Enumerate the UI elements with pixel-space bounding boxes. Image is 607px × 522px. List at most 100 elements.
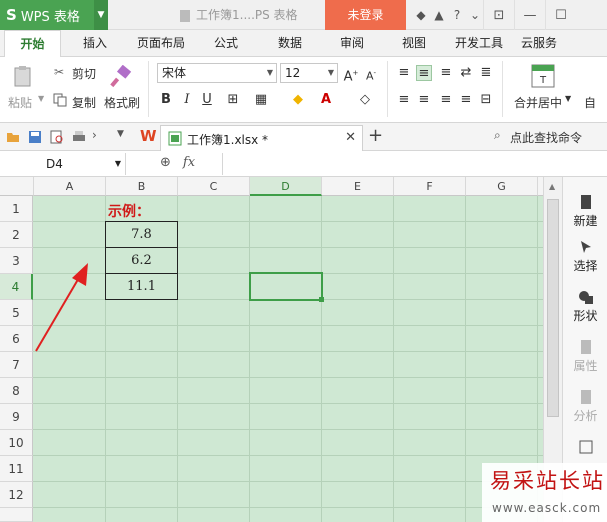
panel-properties[interactable]: 属性 xyxy=(563,340,607,374)
align-left-icon[interactable]: ≡ xyxy=(396,92,412,108)
tab-developer[interactable]: 开发工具 xyxy=(448,30,510,57)
row-header[interactable]: 9 xyxy=(0,404,33,430)
row-header[interactable]: 5 xyxy=(0,300,33,326)
file-tab[interactable]: 工作簿1.xlsx * ✕ xyxy=(160,125,363,151)
fx-icon[interactable]: fx xyxy=(183,155,195,170)
tab-start[interactable]: 开始 xyxy=(4,30,61,58)
wrap-text-icon[interactable]: ≣ xyxy=(478,65,494,81)
format-painter-icon[interactable] xyxy=(109,65,133,89)
login-button[interactable]: 未登录 xyxy=(325,0,406,30)
add-tab-icon[interactable]: + xyxy=(368,125,383,146)
row-header[interactable]: 11 xyxy=(0,456,33,482)
column-header-active[interactable]: D xyxy=(250,177,322,196)
print-icon[interactable] xyxy=(72,130,86,144)
font-name-select[interactable]: 宋体 ▼ xyxy=(157,63,277,83)
cell-b4[interactable]: 11.1 xyxy=(105,273,178,300)
tab-data[interactable]: 数据 xyxy=(268,30,312,57)
font-size-select[interactable]: 12 ▼ xyxy=(280,63,338,83)
paste-button[interactable]: 粘贴 xyxy=(8,94,32,111)
clear-format-icon[interactable]: ◇ xyxy=(357,92,373,108)
row-header[interactable]: 7 xyxy=(0,352,33,378)
scroll-up-icon[interactable]: ▲ xyxy=(549,182,555,191)
formula-input[interactable] xyxy=(222,153,607,175)
align-bottom-icon[interactable]: ≡ xyxy=(438,65,454,81)
align-top-icon[interactable]: ≡ xyxy=(396,65,412,81)
zoom-icon[interactable]: ⊕ xyxy=(160,155,171,170)
auto-button[interactable]: 自 xyxy=(584,94,596,111)
underline-icon[interactable]: U xyxy=(199,92,215,108)
print-preview-icon[interactable] xyxy=(50,130,64,144)
merge-center-button[interactable]: 合并居中 xyxy=(514,94,562,111)
cut-button[interactable]: 剪切 xyxy=(72,65,96,82)
justify-icon[interactable]: ≡ xyxy=(458,92,474,108)
align-middle-icon[interactable]: ≡ xyxy=(416,65,432,81)
chevron-down-icon[interactable]: ▼ xyxy=(117,129,131,143)
orientation-icon[interactable]: ⇄ xyxy=(458,65,474,81)
column-header[interactable]: C xyxy=(178,177,250,196)
save-icon[interactable] xyxy=(28,130,42,144)
row-header[interactable]: 12 xyxy=(0,482,33,508)
chevron-down-icon[interactable]: ▼ xyxy=(565,94,571,103)
paste-icon[interactable] xyxy=(12,65,36,89)
tab-page-layout[interactable]: 页面布局 xyxy=(128,30,194,57)
row-header[interactable]: 1 xyxy=(0,196,33,222)
row-header[interactable]: 3 xyxy=(0,248,33,274)
paste-dropdown-icon[interactable]: ▼ xyxy=(38,94,44,103)
row-header-active[interactable]: 4 xyxy=(0,274,33,300)
merge-center-icon[interactable]: T xyxy=(531,64,555,88)
tab-view[interactable]: 视图 xyxy=(392,30,436,57)
tab-insert[interactable]: 插入 xyxy=(70,30,120,57)
corner-select-all[interactable] xyxy=(0,177,34,196)
italic-icon[interactable]: I xyxy=(179,92,195,108)
cell-b3[interactable]: 6.2 xyxy=(105,247,178,274)
cell-b2[interactable]: 7.8 xyxy=(105,221,178,248)
cell-fill-pattern-icon[interactable]: ▦ xyxy=(253,92,269,108)
row-header[interactable]: 10 xyxy=(0,430,33,456)
align-center-icon[interactable]: ≡ xyxy=(416,92,432,108)
more-icon[interactable]: ⌄ xyxy=(466,8,484,22)
bold-icon[interactable]: B xyxy=(158,92,174,108)
column-header[interactable]: F xyxy=(394,177,466,196)
panel-select[interactable]: 选择 xyxy=(563,240,607,274)
font-color-icon[interactable]: A xyxy=(318,92,334,108)
name-box[interactable]: D4 ▼ xyxy=(0,153,126,175)
distributed-icon[interactable]: ⊟ xyxy=(478,92,494,108)
tab-cloud[interactable]: 云服务 xyxy=(514,30,564,57)
column-header[interactable]: B xyxy=(106,177,178,196)
redo-icon[interactable]: › xyxy=(92,128,106,142)
restore-icon[interactable]: ⊡ xyxy=(483,0,514,30)
column-header[interactable]: G xyxy=(466,177,538,196)
panel-more[interactable] xyxy=(563,440,607,457)
decrease-font-icon[interactable]: A- xyxy=(363,65,379,83)
panel-shape[interactable]: 形状 xyxy=(563,290,607,324)
minimize-icon[interactable]: — xyxy=(514,0,545,30)
increase-font-icon[interactable]: A+ xyxy=(343,65,359,84)
column-header[interactable]: E xyxy=(322,177,394,196)
tab-review[interactable]: 审阅 xyxy=(330,30,374,57)
panel-analysis[interactable]: 分析 xyxy=(563,390,607,424)
cell-b1[interactable]: 示例： xyxy=(108,201,150,221)
panel-new[interactable]: 新建 xyxy=(563,195,607,229)
format-painter-button[interactable]: 格式刷 xyxy=(104,94,140,111)
row-header[interactable]: 2 xyxy=(0,222,33,248)
row-header[interactable]: 6 xyxy=(0,326,33,352)
clothes-icon[interactable]: ◆ xyxy=(412,8,430,22)
spreadsheet-grid[interactable]: A B C D E F G 1 2 3 4 5 6 7 8 9 10 11 12… xyxy=(0,177,543,522)
close-icon[interactable]: ✕ xyxy=(345,130,356,145)
align-right-icon[interactable]: ≡ xyxy=(438,92,454,108)
find-command-input[interactable]: 点此查找命令 xyxy=(510,129,582,146)
copy-button[interactable]: 复制 xyxy=(72,94,96,111)
row-header[interactable]: 8 xyxy=(0,378,33,404)
border-icon[interactable]: ⊞ xyxy=(225,92,241,108)
help-icon[interactable]: ? xyxy=(448,8,466,22)
row-header[interactable] xyxy=(0,508,33,522)
maximize-icon[interactable]: ☐ xyxy=(545,0,576,30)
scrollbar-thumb[interactable] xyxy=(547,199,559,417)
fill-color-icon[interactable]: ◆ xyxy=(290,92,306,108)
app-menu-button[interactable]: S WPS 表格 ▼ xyxy=(0,0,108,30)
open-folder-icon[interactable] xyxy=(6,130,20,144)
column-header[interactable]: A xyxy=(34,177,106,196)
tab-formulas[interactable]: 公式 xyxy=(204,30,248,57)
active-cell-d4[interactable] xyxy=(249,272,323,301)
wps-home-icon[interactable]: W xyxy=(140,127,157,145)
